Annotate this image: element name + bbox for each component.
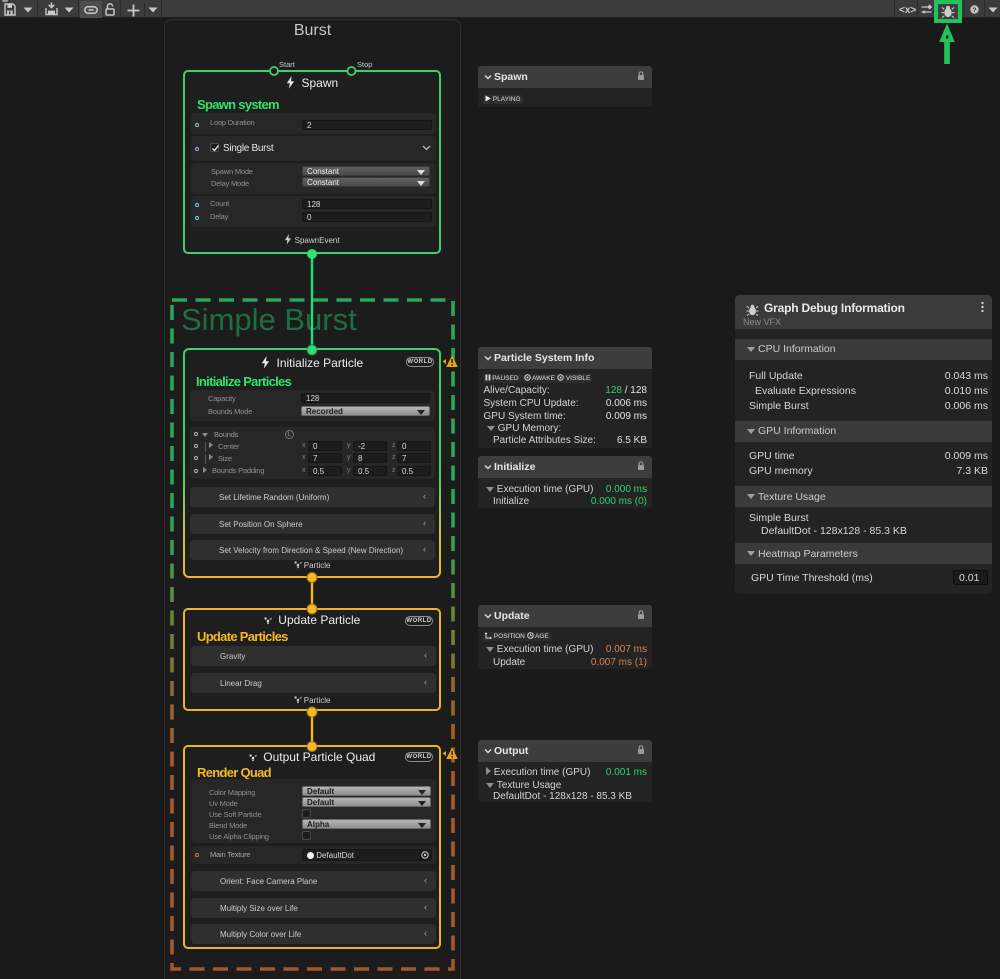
svg-text:?: ?: [973, 7, 977, 14]
